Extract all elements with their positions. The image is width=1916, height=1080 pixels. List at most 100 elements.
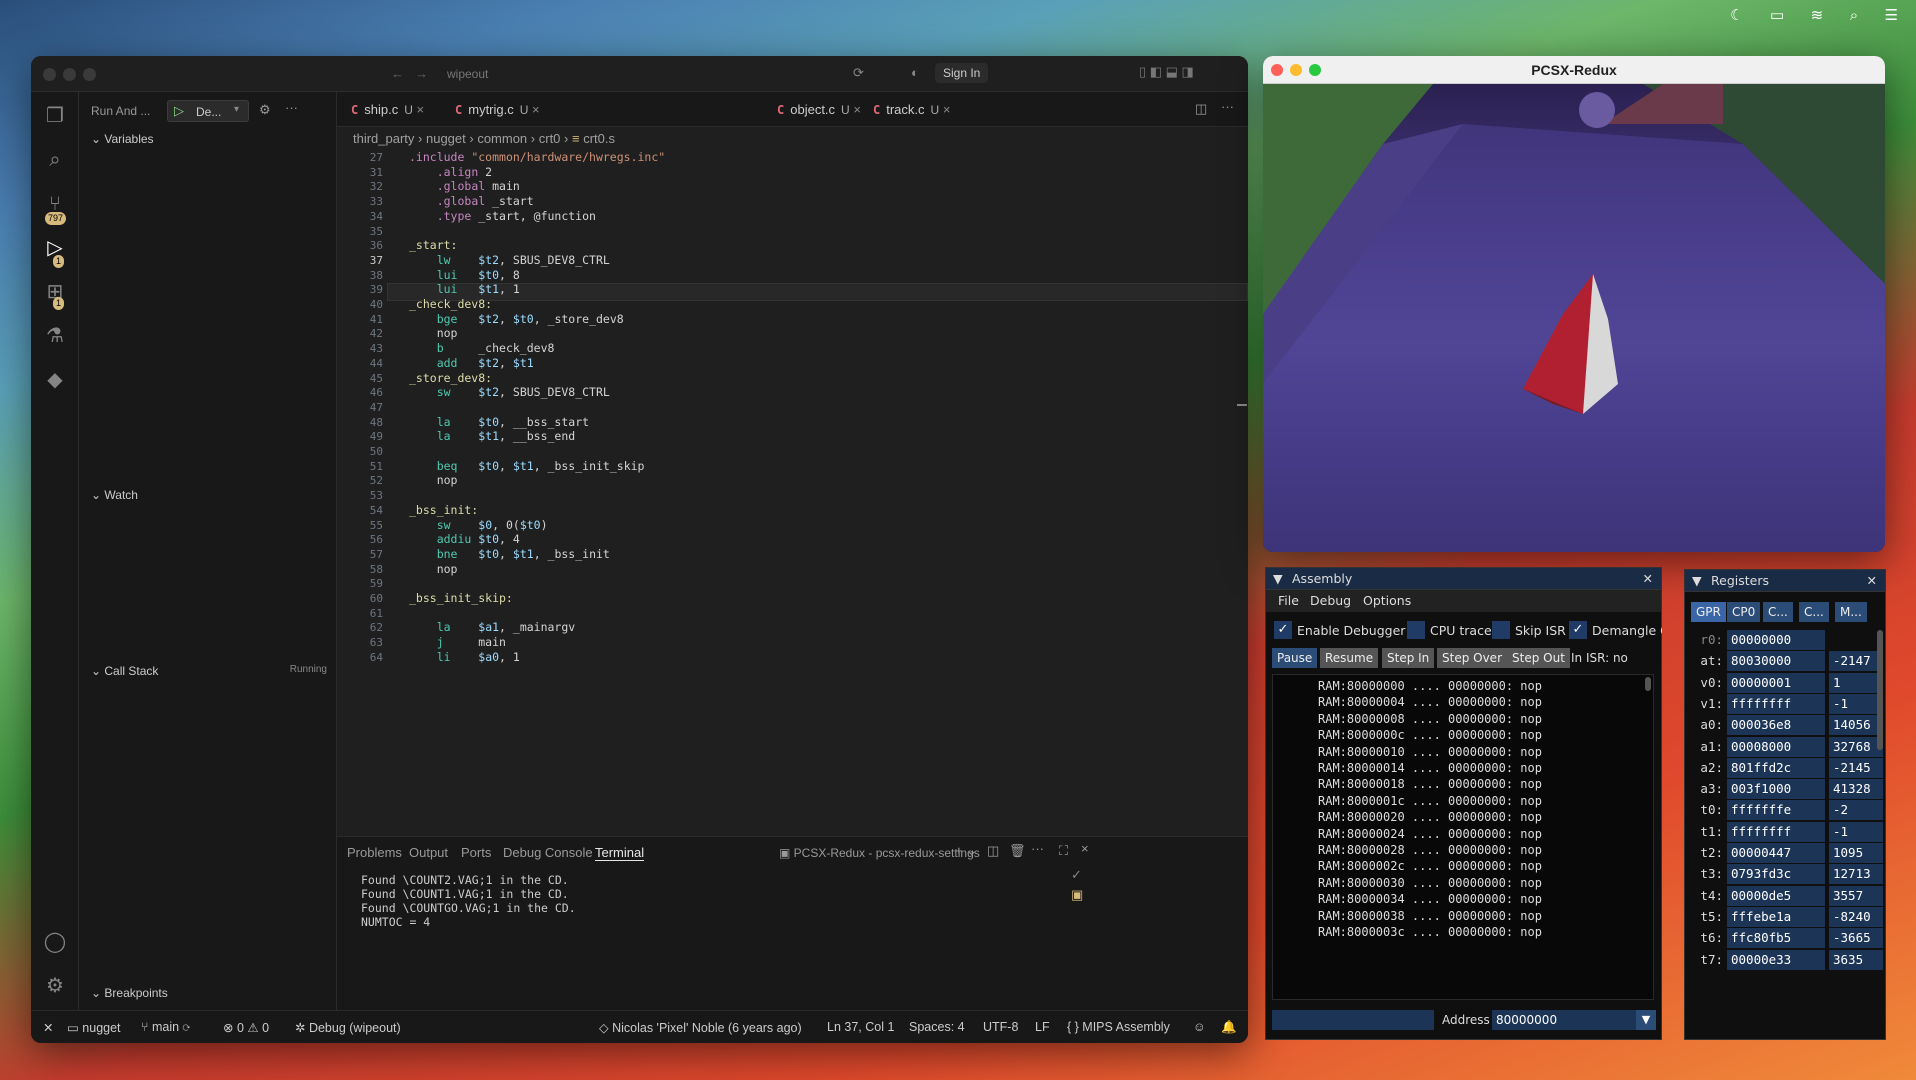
disassembly-line[interactable]: RAM:80000018 .... 00000000: nop bbox=[1318, 777, 1542, 791]
battery-icon[interactable]: ▭ bbox=[1770, 7, 1784, 24]
minimize-button[interactable] bbox=[1290, 64, 1302, 76]
register-hex-value[interactable]: 801ffd2c bbox=[1727, 757, 1825, 778]
cpu-trace-checkbox[interactable] bbox=[1407, 621, 1425, 639]
disassembly-line[interactable]: RAM:8000002c .... 00000000: nop bbox=[1318, 859, 1542, 873]
disassembly-line[interactable]: RAM:80000020 .... 00000000: nop bbox=[1318, 810, 1542, 824]
disassembly-line[interactable]: RAM:8000003c .... 00000000: nop bbox=[1318, 925, 1542, 939]
zoom-button[interactable] bbox=[1309, 64, 1321, 76]
crumb[interactable]: crt0 bbox=[539, 131, 561, 146]
collapse-triangle-icon[interactable]: ▼ bbox=[1273, 568, 1283, 590]
more-icon[interactable]: ··· bbox=[1031, 841, 1044, 856]
register-dec-value[interactable]: 14056 bbox=[1829, 715, 1883, 736]
register-hex-value[interactable]: 00000447 bbox=[1727, 843, 1825, 863]
register-hex-value[interactable]: 80030000 bbox=[1727, 651, 1825, 672]
register-dec-value[interactable]: 32768 bbox=[1829, 736, 1883, 757]
register-dec-value[interactable]: 1095 bbox=[1829, 843, 1883, 863]
disassembly-line[interactable]: RAM:8000000c .... 00000000: nop bbox=[1318, 728, 1542, 742]
assembly-title-bar[interactable]: ▼ Assembly ✕ bbox=[1266, 568, 1661, 590]
address-dropdown-icon[interactable]: ▼ bbox=[1636, 1010, 1656, 1030]
disassembly-line[interactable]: RAM:80000004 .... 00000000: nop bbox=[1318, 695, 1542, 709]
skip-isr-checkbox[interactable] bbox=[1492, 621, 1510, 639]
register-dec-value[interactable]: 3557 bbox=[1829, 885, 1883, 906]
tab-ship[interactable]: Cship.c U × bbox=[337, 92, 424, 127]
debug-status[interactable]: ✲ Debug (wipeout) bbox=[295, 1020, 401, 1035]
tab-problems[interactable]: Problems bbox=[347, 845, 402, 860]
problems-item[interactable]: ⊗ 0 ⚠ 0 bbox=[223, 1020, 269, 1035]
disassembly-line[interactable]: RAM:80000008 .... 00000000: nop bbox=[1318, 712, 1542, 726]
register-hex-value[interactable]: 003f1000 bbox=[1727, 779, 1825, 800]
more-icon[interactable]: ··· bbox=[285, 100, 298, 115]
register-dec-value[interactable]: 1 bbox=[1829, 672, 1883, 693]
address-slider[interactable] bbox=[1272, 1010, 1434, 1030]
close-panel-icon[interactable]: × bbox=[1081, 841, 1089, 856]
disassembly-line[interactable]: RAM:80000024 .... 00000000: nop bbox=[1318, 827, 1542, 841]
crumb[interactable]: third_party bbox=[353, 131, 414, 146]
crumb[interactable]: crt0.s bbox=[583, 131, 615, 146]
register-hex-value[interactable]: 0793fd3c bbox=[1727, 864, 1825, 885]
disassembly-line[interactable]: RAM:80000034 .... 00000000: nop bbox=[1318, 892, 1542, 906]
step-out-button[interactable]: Step Out bbox=[1507, 648, 1570, 668]
register-dec-value[interactable]: 3635 bbox=[1829, 949, 1883, 970]
resume-button[interactable]: Resume bbox=[1320, 648, 1379, 668]
register-dec-value[interactable]: 12713 bbox=[1829, 864, 1883, 885]
crumb[interactable]: nugget bbox=[426, 131, 466, 146]
game-screen[interactable] bbox=[1263, 84, 1885, 552]
branch-item[interactable]: ⑂ main ⟳ bbox=[141, 1020, 190, 1034]
enable-debugger-checkbox[interactable]: ✓ bbox=[1274, 621, 1292, 639]
register-dec-value[interactable]: -2147 bbox=[1829, 651, 1883, 672]
register-hex-value[interactable]: 00008000 bbox=[1727, 736, 1825, 757]
tab-misc[interactable]: M... bbox=[1835, 602, 1867, 622]
tab-ports[interactable]: Ports bbox=[461, 845, 491, 860]
close-icon[interactable]: ✕ bbox=[1643, 568, 1653, 590]
repo-item[interactable]: ▭ nugget bbox=[67, 1020, 121, 1035]
demangle-checkbox[interactable]: ✓ bbox=[1569, 621, 1587, 639]
eol[interactable]: LF bbox=[1035, 1020, 1050, 1034]
gear-icon[interactable]: ⚙ bbox=[41, 972, 69, 1000]
register-hex-value[interactable]: ffc80fb5 bbox=[1727, 928, 1825, 949]
cursor-position[interactable]: Ln 37, Col 1 bbox=[827, 1020, 894, 1034]
step-over-button[interactable]: Step Over bbox=[1437, 648, 1507, 668]
code-editor[interactable]: third_party › nugget › common › crt0 › ≡… bbox=[337, 127, 1248, 836]
close-icon[interactable]: ✕ bbox=[1867, 570, 1877, 592]
register-dec-value[interactable]: -2145 bbox=[1829, 757, 1883, 778]
register-dec-value[interactable]: -1 bbox=[1829, 693, 1883, 714]
indentation[interactable]: Spaces: 4 bbox=[909, 1020, 965, 1034]
tab-track[interactable]: Ctrack.c U × bbox=[859, 92, 950, 127]
accounts-icon[interactable]: ◐ bbox=[911, 65, 919, 80]
disassembly-line[interactable]: RAM:80000000 .... 00000000: nop bbox=[1318, 679, 1542, 693]
register-hex-value[interactable]: ffffffff bbox=[1727, 821, 1825, 842]
close-icon[interactable]: × bbox=[943, 102, 951, 117]
tab-cp0[interactable]: CP0 bbox=[1727, 602, 1761, 622]
step-in-button[interactable]: Step In bbox=[1382, 648, 1435, 668]
close-button[interactable] bbox=[1271, 64, 1283, 76]
copilot-icon[interactable]: ☺ bbox=[1193, 1020, 1206, 1034]
tab-object[interactable]: Cobject.c U × bbox=[763, 92, 861, 127]
address-input[interactable]: 80000000 bbox=[1492, 1010, 1636, 1030]
disassembly-line[interactable]: RAM:80000010 .... 00000000: nop bbox=[1318, 745, 1542, 759]
register-dec-value[interactable]: -2 bbox=[1829, 800, 1883, 821]
debug-config-select[interactable]: ▷ De... ▾ bbox=[167, 100, 249, 122]
tab-mytrig[interactable]: Cmytrig.c U × bbox=[441, 92, 540, 127]
disassembly-line[interactable]: RAM:80000030 .... 00000000: nop bbox=[1318, 876, 1542, 890]
tab-output[interactable]: Output bbox=[409, 845, 448, 860]
blame-item[interactable]: ◇ Nicolas 'Pixel' Noble (6 years ago) bbox=[599, 1020, 802, 1035]
encoding[interactable]: UTF-8 bbox=[983, 1020, 1018, 1034]
register-hex-value[interactable]: 00000de5 bbox=[1727, 885, 1825, 906]
crumb[interactable]: common bbox=[477, 131, 527, 146]
split-terminal-icon[interactable]: ◫ bbox=[987, 843, 999, 859]
search-icon[interactable]: ⌕ bbox=[1850, 7, 1858, 24]
testing-icon[interactable]: ⚗ bbox=[41, 322, 69, 350]
close-icon[interactable]: × bbox=[417, 102, 425, 117]
watch-section[interactable]: ⌄ Watch bbox=[91, 488, 138, 502]
minimize-button[interactable] bbox=[63, 68, 76, 81]
tab-cp2-data[interactable]: C... bbox=[1799, 602, 1829, 622]
explorer-icon[interactable]: ❐ bbox=[41, 102, 69, 130]
zoom-button[interactable] bbox=[83, 68, 96, 81]
more-icon[interactable]: ··· bbox=[1221, 99, 1234, 114]
account-icon[interactable]: ◯ bbox=[41, 928, 69, 956]
forward-arrow-icon[interactable]: → bbox=[415, 66, 428, 81]
search-icon[interactable]: ⌕ bbox=[41, 146, 69, 174]
disassembly-view[interactable]: RAM:80000000 .... 00000000: nop RAM:80000… bbox=[1272, 674, 1654, 1000]
close-icon[interactable]: × bbox=[532, 102, 540, 117]
tab-debug-console[interactable]: Debug Console bbox=[503, 845, 593, 860]
